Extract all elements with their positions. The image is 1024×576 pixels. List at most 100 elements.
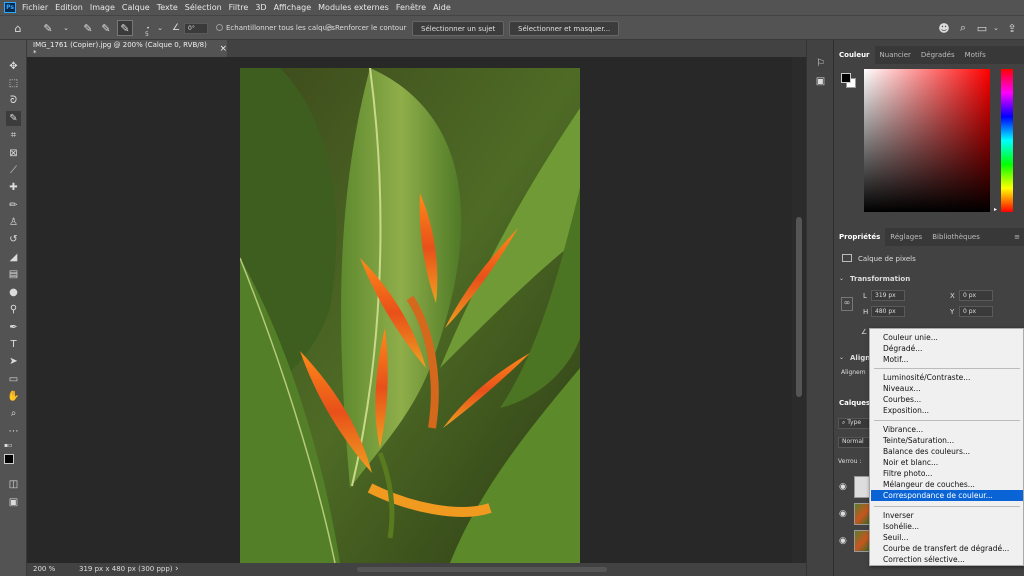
tab-nuancier[interactable]: Nuancier bbox=[875, 46, 916, 64]
menu-item-courbes[interactable]: Courbes... bbox=[871, 394, 1023, 405]
link-icon[interactable]: ∞ bbox=[841, 297, 853, 311]
enhance-edge-checkbox[interactable] bbox=[325, 24, 332, 31]
share-export-icon[interactable]: ⇪ bbox=[1004, 20, 1020, 36]
menu-item-luminosite-contraste[interactable]: Luminosité/Contraste... bbox=[871, 372, 1023, 383]
move-tool-icon[interactable]: ✥ bbox=[6, 59, 21, 74]
menu-affichage[interactable]: Affichage bbox=[274, 3, 312, 12]
canvas-area[interactable] bbox=[27, 57, 792, 563]
visibility-eye-icon[interactable]: ◉ bbox=[839, 482, 847, 492]
menu-item-niveaux[interactable]: Niveaux... bbox=[871, 383, 1023, 394]
tab-proprietes[interactable]: Propriétés bbox=[834, 228, 886, 246]
foreground-color-swatch[interactable] bbox=[4, 454, 14, 464]
add-selection-icon[interactable]: ✎ bbox=[98, 20, 114, 36]
new-selection-icon[interactable]: ✎ bbox=[80, 20, 96, 36]
tab-motifs[interactable]: Motifs bbox=[960, 46, 991, 64]
menu-fenetre[interactable]: Fenêtre bbox=[396, 3, 426, 12]
layer-row[interactable]: ◉ bbox=[834, 501, 870, 527]
chevron-down-icon[interactable]: ⌄ bbox=[152, 20, 168, 36]
brush-tool-icon[interactable]: ✏ bbox=[6, 198, 21, 213]
clone-stamp-tool-icon[interactable]: ♙ bbox=[6, 215, 21, 230]
select-subject-button[interactable]: Sélectionner un sujet bbox=[412, 21, 505, 36]
menu-item-exposition[interactable]: Exposition... bbox=[871, 405, 1023, 416]
tab-couleur[interactable]: Couleur bbox=[834, 46, 875, 64]
quick-selection-icon[interactable]: ✎ bbox=[40, 20, 56, 36]
width-field[interactable]: 319 px bbox=[871, 290, 905, 301]
menu-item-courbe-transfert-degrade[interactable]: Courbe de transfert de dégradé... bbox=[871, 543, 1023, 554]
y-field[interactable]: 0 px bbox=[959, 306, 993, 317]
marquee-tool-icon[interactable]: ⬚ bbox=[6, 76, 21, 91]
menu-item-degrade[interactable]: Dégradé... bbox=[871, 343, 1023, 354]
type-tool-icon[interactable]: T bbox=[6, 337, 21, 352]
menu-item-inverser[interactable]: Inverser bbox=[871, 510, 1023, 521]
gradient-tool-icon[interactable]: ▤ bbox=[6, 267, 21, 282]
dodge-tool-icon[interactable]: ⚲ bbox=[6, 302, 21, 317]
healing-brush-tool-icon[interactable]: ✚ bbox=[6, 180, 21, 195]
tab-degrades[interactable]: Dégradés bbox=[916, 46, 960, 64]
layer-filter-select[interactable]: ⌕ Type bbox=[838, 418, 870, 429]
menu-item-noir-et-blanc[interactable]: Noir et blanc... bbox=[871, 457, 1023, 468]
menu-aide[interactable]: Aide bbox=[433, 3, 451, 12]
path-selection-tool-icon[interactable]: ➤ bbox=[6, 354, 21, 369]
transform-title[interactable]: Transformation bbox=[850, 275, 910, 283]
subtract-selection-icon[interactable]: ✎ bbox=[117, 20, 133, 36]
lasso-tool-icon[interactable]: ᘐ bbox=[6, 93, 21, 108]
home-icon[interactable]: ⌂ bbox=[10, 20, 26, 36]
pen-tool-icon[interactable]: ✒ bbox=[6, 320, 21, 335]
blend-mode-select[interactable]: Normal bbox=[838, 437, 870, 448]
menu-edition[interactable]: Edition bbox=[55, 3, 83, 12]
rectangle-tool-icon[interactable]: ▭ bbox=[6, 372, 21, 387]
search-icon[interactable]: ⌕ bbox=[955, 20, 971, 36]
chevron-down-icon[interactable]: ⌄ bbox=[839, 275, 844, 282]
menu-item-melangeur-couches[interactable]: Mélangeur de couches... bbox=[871, 479, 1023, 490]
eyedropper-tool-icon[interactable]: ⟋ bbox=[6, 163, 21, 178]
crop-tool-icon[interactable]: ⌗ bbox=[6, 128, 21, 143]
quick-selection-tool-icon[interactable]: ✎ bbox=[6, 111, 21, 126]
horizontal-scrollbar[interactable] bbox=[357, 567, 607, 572]
chevron-down-icon[interactable]: ⌄ bbox=[58, 20, 74, 36]
menu-image[interactable]: Image bbox=[90, 3, 115, 12]
select-and-mask-button[interactable]: Sélectionner et masquer... bbox=[509, 21, 620, 36]
menu-item-couleur-unie[interactable]: Couleur unie... bbox=[871, 332, 1023, 343]
frame-tool-icon[interactable]: ⊠ bbox=[6, 146, 21, 161]
x-field[interactable]: 0 px bbox=[959, 290, 993, 301]
menu-item-seuil[interactable]: Seuil... bbox=[871, 532, 1023, 543]
menu-item-correction-selective[interactable]: Correction sélective... bbox=[871, 554, 1023, 565]
share-icon[interactable]: ☻ bbox=[936, 20, 952, 36]
chevron-down-icon[interactable]: ⌄ bbox=[988, 20, 1004, 36]
screen-mode-icon[interactable]: ▣ bbox=[6, 495, 21, 510]
quick-mask-icon[interactable]: ◫ bbox=[6, 477, 21, 492]
menu-item-motif[interactable]: Motif... bbox=[871, 354, 1023, 365]
menu-item-balance-couleurs[interactable]: Balance des couleurs... bbox=[871, 446, 1023, 457]
menu-modules-externes[interactable]: Modules externes bbox=[318, 3, 389, 12]
menu-texte[interactable]: Texte bbox=[157, 3, 178, 12]
eraser-tool-icon[interactable]: ◢ bbox=[6, 250, 21, 265]
tab-bibliotheques[interactable]: Bibliothèques bbox=[927, 228, 985, 246]
menu-item-isohelie[interactable]: Isohélie... bbox=[871, 521, 1023, 532]
scrollbar-thumb[interactable] bbox=[796, 217, 802, 397]
vertical-scrollbar[interactable] bbox=[792, 57, 806, 563]
chevron-down-icon[interactable]: ⌄ bbox=[839, 354, 844, 361]
sample-all-layers-checkbox[interactable] bbox=[216, 24, 223, 31]
comments-icon[interactable]: ▣ bbox=[813, 74, 828, 89]
panel-menu-icon[interactable]: ≡ bbox=[1009, 228, 1024, 246]
menu-filtre[interactable]: Filtre bbox=[229, 3, 249, 12]
height-field[interactable]: 480 px bbox=[871, 306, 905, 317]
menu-item-teinte-saturation[interactable]: Teinte/Saturation... bbox=[871, 435, 1023, 446]
layer-row[interactable]: ◉ bbox=[834, 528, 870, 554]
tab-reglages[interactable]: Réglages bbox=[885, 228, 927, 246]
menu-selection[interactable]: Sélection bbox=[185, 3, 222, 12]
menu-calque[interactable]: Calque bbox=[122, 3, 150, 12]
menu-item-filtre-photo[interactable]: Filtre photo... bbox=[871, 468, 1023, 479]
menu-item-correspondance-couleur[interactable]: Correspondance de couleur... bbox=[871, 490, 1023, 501]
default-colors-icon[interactable]: ▪▫ bbox=[4, 442, 12, 449]
foreground-color-chip[interactable] bbox=[841, 73, 851, 83]
layer-row[interactable]: ◉ bbox=[834, 474, 870, 500]
blur-tool-icon[interactable]: ● bbox=[6, 285, 21, 300]
close-tab-icon[interactable]: × bbox=[219, 44, 227, 54]
history-icon[interactable]: ⚐ bbox=[813, 56, 828, 71]
zoom-tool-icon[interactable]: ⌕ bbox=[6, 406, 21, 421]
visibility-eye-icon[interactable]: ◉ bbox=[839, 509, 847, 519]
document-tab[interactable]: IMG_1761 (Copier).jpg @ 200% (Calque 0, … bbox=[27, 40, 227, 57]
zoom-level[interactable]: 200 % bbox=[33, 565, 55, 573]
color-picker-field[interactable] bbox=[864, 69, 990, 212]
